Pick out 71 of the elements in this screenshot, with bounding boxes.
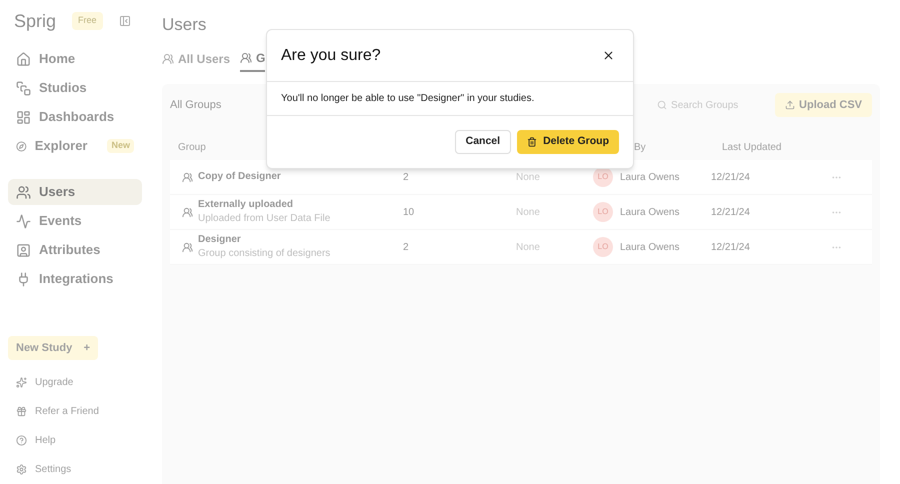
- member-count: 10: [403, 206, 416, 220]
- nav-icon: [16, 272, 31, 286]
- group-type: None: [516, 206, 541, 220]
- nav-item[interactable]: Studios: [8, 75, 142, 101]
- users-icon: [162, 53, 174, 65]
- tab[interactable]: All Users: [162, 46, 230, 72]
- nav-icon: [16, 242, 31, 258]
- new-badge: New: [107, 139, 134, 153]
- updated-date: 12/21/24: [711, 170, 751, 184]
- footer-icon: [16, 464, 27, 475]
- group-icon: [182, 206, 193, 218]
- group-description: Uploaded from User Data File: [198, 212, 332, 226]
- users-icon: [240, 52, 252, 64]
- footer-link[interactable]: Upgrade: [16, 372, 142, 393]
- new-study-button[interactable]: New Study +: [8, 336, 98, 360]
- logo: Sprig: [14, 10, 56, 33]
- dialog-message: You'll no longer be able to use "Designer" in your studies.: [281, 92, 534, 106]
- group-filter[interactable]: All Groups: [170, 96, 222, 114]
- close-icon[interactable]: [602, 49, 615, 62]
- page-title: Users: [162, 14, 208, 36]
- updated-date: 12/21/24: [711, 206, 751, 220]
- group-icon: [182, 172, 193, 182]
- footer-icon: [16, 377, 27, 388]
- column-header: Last Updated: [722, 140, 782, 154]
- nav-icon: [16, 214, 31, 228]
- member-count: 2: [403, 170, 410, 184]
- column-header: Group: [178, 142, 206, 152]
- updated-date: 12/21/24: [711, 240, 751, 254]
- owner-name: Laura Owens: [620, 170, 680, 184]
- owner-name: Laura Owens: [620, 206, 680, 220]
- avatar: LO: [593, 237, 613, 257]
- nav-icon: [16, 80, 31, 96]
- collapse-icon[interactable]: [118, 15, 131, 27]
- nav-item[interactable]: Integrations: [8, 266, 142, 292]
- delete-group-button[interactable]: Delete Group: [517, 130, 619, 154]
- footer-link[interactable]: Refer a Friend: [16, 401, 142, 422]
- nav-item[interactable]: Dashboards: [8, 104, 142, 130]
- nav-item[interactable]: Attributes: [8, 237, 142, 263]
- group-type: None: [516, 170, 541, 184]
- footer-icon: [16, 435, 27, 446]
- owner-name: Laura Owens: [620, 240, 680, 254]
- plan-badge: Free: [72, 12, 103, 30]
- nav-icon: [16, 184, 31, 200]
- group-description: Group consisting of designers: [198, 247, 332, 261]
- group-icon: [182, 242, 193, 252]
- table-row[interactable]: Designer Group consisting of designers 2 None LO Laura Owens 12/21/24: [170, 230, 872, 265]
- cancel-button[interactable]: Cancel: [454, 130, 512, 154]
- group-name: Copy of Designer: [198, 170, 282, 184]
- avatar: LO: [593, 167, 613, 187]
- dialog-title: Are you sure?: [281, 46, 381, 66]
- nav-icon: [16, 52, 31, 66]
- nav-icon: [16, 110, 31, 124]
- member-count: 2: [403, 240, 410, 254]
- search-icon: [657, 100, 668, 110]
- footer-icon: [16, 406, 27, 417]
- upload-icon: [785, 100, 796, 110]
- group-name: Externally uploaded: [198, 198, 294, 212]
- nav-item[interactable]: Explorer New: [8, 133, 142, 159]
- trash-icon: [527, 137, 538, 147]
- group-name: Designer: [198, 233, 242, 247]
- footer-link[interactable]: Help: [16, 430, 142, 451]
- column-header: By: [634, 142, 646, 152]
- group-type: None: [516, 240, 541, 254]
- footer-link[interactable]: Settings: [16, 459, 142, 480]
- nav-item[interactable]: Events: [8, 208, 142, 234]
- nav-icon: [16, 138, 27, 154]
- nav-item[interactable]: Home: [8, 46, 142, 72]
- table-row[interactable]: Externally uploaded Uploaded from User Data File 10 None LO Laura Owens 12/21/24: [170, 195, 872, 230]
- avatar: LO: [593, 202, 613, 222]
- upload-csv-button[interactable]: Upload CSV: [775, 93, 872, 117]
- nav-item[interactable]: Users: [8, 179, 142, 205]
